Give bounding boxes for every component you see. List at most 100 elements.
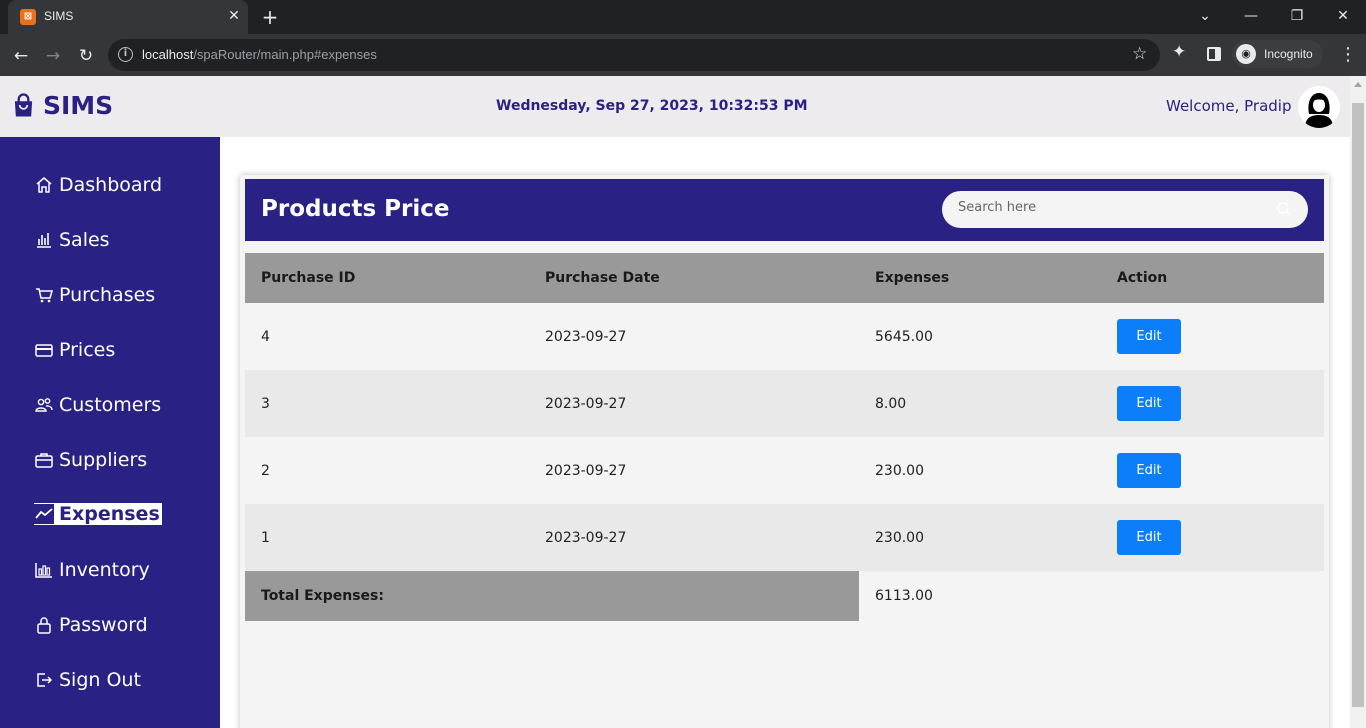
cell-purchase-id: 2 bbox=[261, 462, 270, 479]
sidebar: Dashboard Sales Purchases Prices Custome… bbox=[0, 137, 220, 728]
tab-close-icon[interactable]: ✕ bbox=[224, 6, 244, 26]
user-avatar[interactable] bbox=[1298, 86, 1340, 128]
trend-icon bbox=[34, 504, 54, 524]
cell-expenses: 230.00 bbox=[875, 462, 924, 479]
sidebar-item-label: Expenses bbox=[59, 503, 160, 525]
browser-toolbar: ← → ↻ i localhost/spaRouter/main.php#exp… bbox=[0, 34, 1366, 76]
side-panel-icon[interactable] bbox=[1207, 47, 1221, 61]
browser-tab[interactable]: ⊠ SIMS ✕ bbox=[8, 0, 248, 34]
cell-purchase-id: 4 bbox=[261, 328, 270, 345]
incognito-badge[interactable]: ◉ Incognito bbox=[1232, 40, 1323, 68]
sidebar-item-inventory[interactable]: Inventory bbox=[34, 558, 150, 582]
new-tab-icon[interactable]: + bbox=[258, 5, 282, 29]
card-header: Products Price bbox=[245, 179, 1324, 241]
home-icon bbox=[36, 177, 52, 193]
page-scrollbar[interactable] bbox=[1350, 76, 1366, 728]
url-text[interactable]: localhost/spaRouter/main.php#expenses bbox=[142, 47, 377, 62]
incognito-label: Incognito bbox=[1264, 47, 1313, 61]
brand-name: SIMS bbox=[43, 91, 114, 120]
bar-chart-icon bbox=[37, 233, 51, 248]
user-avatar-icon bbox=[1298, 86, 1340, 128]
card-icon bbox=[35, 344, 53, 357]
cell-purchase-id: 3 bbox=[261, 395, 270, 412]
bookmark-star-icon[interactable]: ☆ bbox=[1132, 44, 1147, 64]
cell-purchase-date: 2023-09-27 bbox=[545, 462, 627, 479]
sidebar-item-expenses[interactable]: Expenses bbox=[34, 503, 162, 525]
total-expenses-value: 6113.00 bbox=[875, 588, 933, 604]
search-icon[interactable] bbox=[1276, 201, 1292, 217]
site-info-icon[interactable]: i bbox=[118, 47, 133, 62]
cell-expenses: 5645.00 bbox=[875, 328, 933, 345]
back-icon[interactable]: ← bbox=[8, 43, 34, 69]
incognito-icon: ◉ bbox=[1236, 44, 1256, 64]
column-header-action: Action bbox=[1117, 270, 1168, 286]
sidebar-item-label: Suppliers bbox=[59, 449, 148, 471]
sidebar-item-prices[interactable]: Prices bbox=[34, 338, 115, 362]
extensions-puzzle-icon[interactable]: ✦ bbox=[1172, 42, 1186, 62]
table-row: 2 2023-09-27 230.00 Edit bbox=[245, 437, 1324, 504]
forward-icon[interactable]: → bbox=[40, 43, 66, 69]
people-icon bbox=[35, 398, 53, 412]
total-row: Total Expenses: 6113.00 bbox=[245, 571, 1324, 621]
scroll-up-arrow-icon[interactable] bbox=[1354, 82, 1362, 87]
briefcase-icon bbox=[35, 453, 53, 468]
browser-menu-icon[interactable]: ⋮ bbox=[1338, 43, 1358, 67]
sidebar-item-suppliers[interactable]: Suppliers bbox=[34, 448, 147, 472]
table-header-row: Purchase ID Purchase Date Expenses Actio… bbox=[245, 253, 1324, 303]
restore-icon[interactable]: ❐ bbox=[1282, 4, 1312, 28]
inventory-icon bbox=[35, 563, 52, 578]
sidebar-item-sign-out[interactable]: Sign Out bbox=[34, 668, 141, 692]
sidebar-item-label: Sales bbox=[59, 229, 110, 251]
tab-search-chevron-icon[interactable]: ⌄ bbox=[1190, 4, 1220, 28]
edit-button[interactable]: Edit bbox=[1117, 520, 1181, 555]
cell-action: Edit bbox=[1101, 437, 1324, 504]
sidebar-item-sales[interactable]: Sales bbox=[34, 228, 110, 252]
sidebar-item-label: Purchases bbox=[59, 284, 156, 306]
search-input[interactable] bbox=[958, 200, 1258, 215]
scroll-thumb[interactable] bbox=[1352, 103, 1364, 707]
minimize-icon[interactable]: — bbox=[1236, 4, 1266, 28]
cell-expenses: 230.00 bbox=[875, 529, 924, 546]
browser-tab-bar: ⊠ SIMS ✕ + ⌄ — ❐ ✕ bbox=[0, 0, 1366, 34]
current-datetime: Wednesday, Sep 27, 2023, 10:32:53 PM bbox=[496, 98, 808, 114]
edit-button[interactable]: Edit bbox=[1117, 386, 1181, 421]
sidebar-item-customers[interactable]: Customers bbox=[34, 393, 161, 417]
welcome-message: Welcome, Pradip bbox=[1166, 97, 1292, 115]
table-row: 4 2023-09-27 5645.00 Edit bbox=[245, 303, 1324, 370]
edit-button[interactable]: Edit bbox=[1117, 453, 1181, 488]
address-bar[interactable]: i localhost/spaRouter/main.php#expenses … bbox=[108, 39, 1160, 71]
cell-action: Edit bbox=[1101, 504, 1324, 571]
sidebar-item-purchases[interactable]: Purchases bbox=[34, 283, 155, 307]
sidebar-item-label: Sign Out bbox=[59, 669, 141, 691]
cell-purchase-date: 2023-09-27 bbox=[545, 395, 627, 412]
cell-expenses: 8.00 bbox=[875, 395, 907, 412]
cell-purchase-id: 1 bbox=[261, 529, 270, 546]
column-header-purchase-date: Purchase Date bbox=[545, 270, 660, 286]
lock-icon bbox=[37, 617, 51, 634]
sidebar-item-label: Password bbox=[59, 614, 148, 636]
brand[interactable]: SIMS bbox=[12, 91, 113, 120]
sidebar-item-dashboard[interactable]: Dashboard bbox=[34, 173, 162, 197]
sidebar-item-label: Prices bbox=[59, 339, 116, 361]
total-empty-cell bbox=[1101, 571, 1324, 621]
page-header: SIMS Wednesday, Sep 27, 2023, 10:32:53 P… bbox=[0, 76, 1350, 137]
close-window-icon[interactable]: ✕ bbox=[1328, 4, 1358, 28]
sidebar-item-label: Customers bbox=[59, 394, 162, 416]
sidebar-item-label: Dashboard bbox=[59, 174, 163, 196]
sign-out-icon bbox=[37, 673, 53, 687]
search-box[interactable] bbox=[942, 191, 1308, 228]
column-header-expenses: Expenses bbox=[875, 270, 950, 286]
cell-purchase-date: 2023-09-27 bbox=[545, 529, 627, 546]
tab-title: SIMS bbox=[44, 9, 74, 23]
sidebar-item-password[interactable]: Password bbox=[34, 613, 148, 637]
edit-button[interactable]: Edit bbox=[1117, 319, 1181, 354]
sidebar-item-label: Inventory bbox=[59, 559, 150, 581]
expenses-table: Purchase ID Purchase Date Expenses Actio… bbox=[245, 253, 1324, 621]
column-header-purchase-id: Purchase ID bbox=[261, 270, 356, 286]
card-title: Products Price bbox=[261, 196, 450, 222]
xampp-favicon-icon: ⊠ bbox=[20, 9, 36, 25]
table-row: 3 2023-09-27 8.00 Edit bbox=[245, 370, 1324, 437]
reload-icon[interactable]: ↻ bbox=[73, 43, 99, 69]
cell-purchase-date: 2023-09-27 bbox=[545, 328, 627, 345]
expenses-card: Products Price Purchase ID Purchase Date… bbox=[240, 175, 1329, 728]
